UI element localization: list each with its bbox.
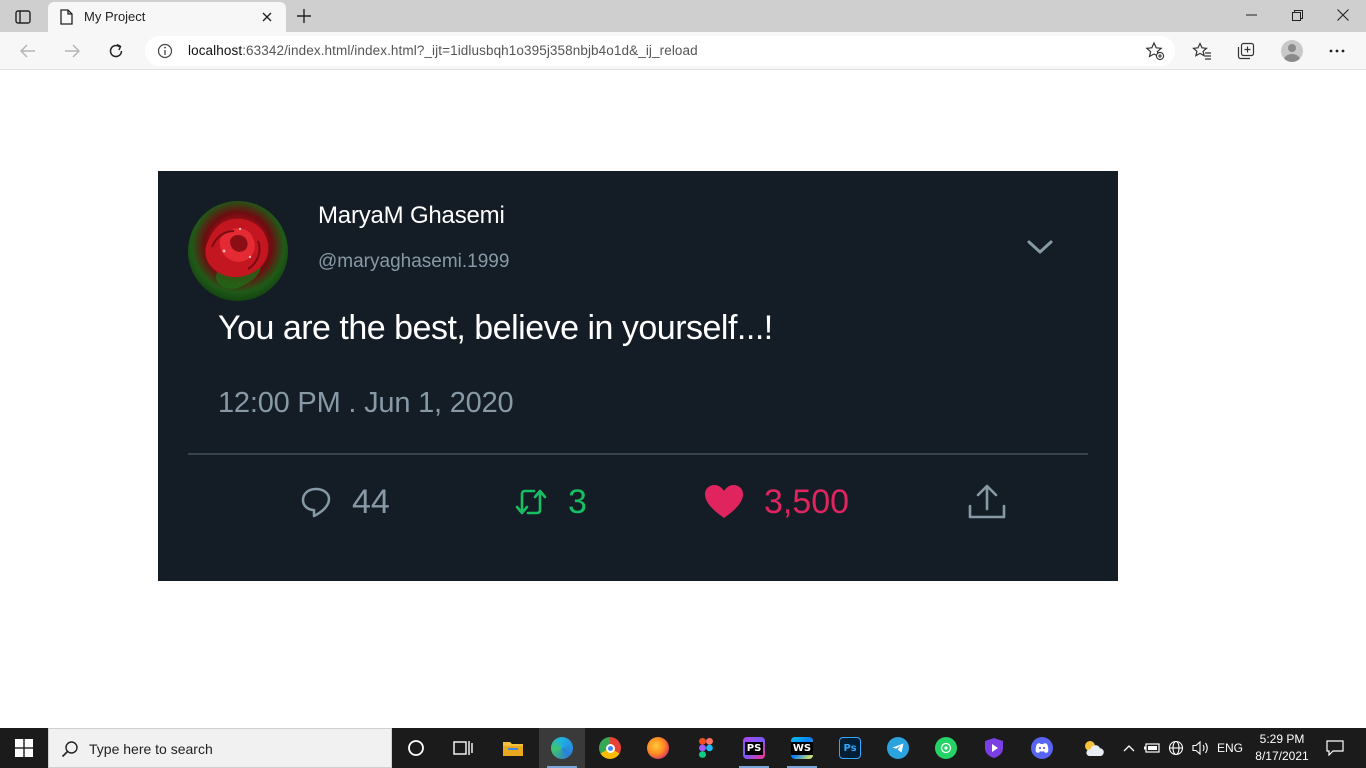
page-icon	[60, 9, 73, 30]
taskbar-search-box[interactable]: Type here to search	[48, 728, 392, 768]
discord-logo	[1031, 737, 1053, 759]
tweet-timestamp[interactable]: 12:00 PM . Jun 1, 2020	[218, 387, 514, 420]
url-path: :63342/index.html/index.html?_ijt=1idlus…	[242, 43, 698, 58]
profile-icon	[1281, 40, 1303, 62]
tab-title: My Project	[84, 9, 146, 24]
clock-time: 5:29 PM	[1259, 732, 1305, 746]
edge-logo	[551, 737, 573, 759]
tweet-card: MaryaM Ghasemi @maryaghasemi.1999 You ar…	[158, 171, 1118, 581]
telegram-icon[interactable]	[875, 728, 921, 768]
reply-button[interactable]: 44	[300, 477, 390, 527]
webstorm-logo: WS	[790, 737, 814, 759]
chevron-down-icon[interactable]	[1024, 233, 1056, 261]
browser-tab[interactable]: My Project	[48, 2, 286, 32]
url-host: localhost	[188, 43, 243, 58]
collections-icon[interactable]	[1231, 36, 1261, 66]
taskbar: Type here to search PS WS Ps ENG 5:29 PM…	[0, 728, 1366, 768]
display-name[interactable]: MaryaM Ghasemi	[318, 202, 505, 230]
address-bar[interactable]: localhost:63342/index.html/index.html?_i…	[145, 36, 1175, 66]
windows-start-button[interactable]	[0, 728, 48, 768]
firefox-logo	[647, 737, 669, 759]
network-globe-icon[interactable]	[1166, 728, 1186, 768]
more-menu-icon[interactable]	[1322, 36, 1352, 66]
profile-avatar[interactable]	[1277, 36, 1307, 66]
whatsapp-icon[interactable]	[923, 728, 969, 768]
edge-icon[interactable]	[539, 728, 585, 768]
share-button[interactable]	[968, 477, 1006, 527]
battery-icon[interactable]	[1142, 728, 1162, 768]
windows-logo-icon	[15, 739, 33, 757]
back-button[interactable]	[13, 36, 43, 66]
like-count: 3,500	[764, 482, 850, 521]
minimize-button[interactable]	[1228, 0, 1274, 30]
add-favorite-icon[interactable]	[1145, 41, 1165, 66]
clock-date: 8/17/2021	[1255, 749, 1309, 763]
firefox-icon[interactable]	[635, 728, 681, 768]
heart-icon	[705, 485, 743, 518]
telegram-logo	[887, 737, 909, 759]
info-icon[interactable]	[157, 43, 173, 64]
cortana-icon[interactable]	[393, 728, 439, 768]
search-icon	[61, 740, 79, 763]
photoshop-icon[interactable]: Ps	[827, 728, 873, 768]
restore-button[interactable]	[1274, 0, 1320, 30]
language-indicator[interactable]: ENG	[1214, 728, 1246, 768]
chrome-logo	[599, 737, 621, 759]
user-handle[interactable]: @maryaghasemi.1999	[318, 251, 509, 273]
system-clock[interactable]: 5:29 PM 8/17/2021	[1248, 731, 1316, 765]
webstorm-icon[interactable]: WS	[779, 728, 825, 768]
new-tab-button[interactable]	[293, 5, 315, 27]
rose-image	[205, 218, 269, 289]
whatsapp-logo	[935, 737, 957, 759]
favorites-icon[interactable]	[1187, 36, 1217, 66]
browser-tab-bar: My Project	[0, 0, 1366, 32]
retweet-icon	[515, 489, 547, 515]
phpstorm-logo: PS	[743, 737, 765, 759]
avatar[interactable]	[188, 201, 288, 301]
browser-toolbar: localhost:63342/index.html/index.html?_i…	[0, 32, 1366, 70]
reply-count: 44	[352, 482, 390, 521]
search-placeholder: Type here to search	[89, 741, 213, 757]
tweet-text: You are the best, believe in yourself...…	[218, 309, 773, 347]
tab-actions-icon[interactable]	[8, 6, 38, 28]
close-window-button[interactable]	[1320, 0, 1366, 30]
like-button[interactable]: 3,500	[704, 477, 849, 527]
phpstorm-icon[interactable]: PS	[731, 728, 777, 768]
chrome-icon[interactable]	[587, 728, 633, 768]
task-view-icon[interactable]	[440, 728, 486, 768]
share-icon	[968, 484, 1006, 519]
file-explorer-icon[interactable]	[490, 728, 536, 768]
retweet-count: 3	[568, 482, 587, 521]
retweet-button[interactable]: 3	[514, 477, 587, 527]
discord-icon[interactable]	[1019, 728, 1065, 768]
forward-button[interactable]	[57, 36, 87, 66]
volume-icon[interactable]	[1190, 728, 1212, 768]
refresh-button[interactable]	[101, 36, 131, 66]
notification-icon[interactable]	[1318, 728, 1352, 768]
weather-icon[interactable]	[1080, 728, 1106, 768]
url-text: localhost:63342/index.html/index.html?_i…	[188, 43, 698, 58]
photoshop-logo: Ps	[839, 737, 861, 759]
reply-icon	[301, 487, 331, 518]
figma-icon[interactable]	[683, 728, 729, 768]
divider	[188, 453, 1088, 455]
chevron-up-icon[interactable]	[1120, 728, 1138, 768]
vpn-shield-icon[interactable]	[971, 728, 1017, 768]
close-tab-icon[interactable]	[258, 8, 276, 26]
